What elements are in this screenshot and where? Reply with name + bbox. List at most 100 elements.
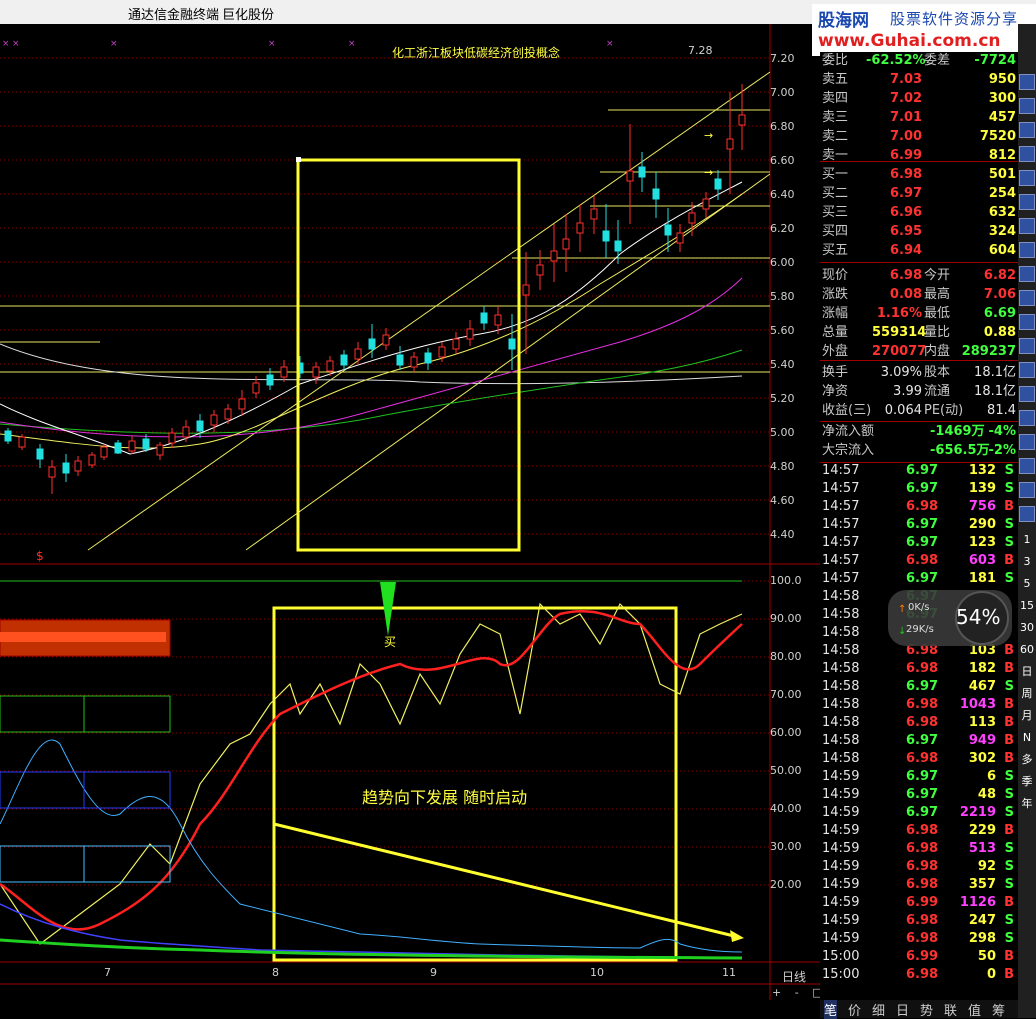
bottom-tab[interactable]: 价 (848, 1000, 861, 1019)
price-tick: 5.60 (770, 324, 795, 337)
tick-price: 6.99 (906, 949, 939, 964)
tick-price: 6.98 (906, 859, 939, 874)
tick-time: 14:57 (822, 463, 860, 478)
ask-row-label: 卖四 (822, 91, 849, 106)
bottom-tab[interactable]: 联 (944, 1000, 957, 1019)
tick-price: 6.98 (906, 751, 939, 766)
candle-body (508, 338, 516, 350)
toolbar-icon[interactable] (1019, 98, 1035, 114)
weibi-row: 委比 -62.52% 委差 -7724 (822, 53, 1016, 68)
bottom-tab[interactable]: 细 (872, 1000, 885, 1019)
toolbar-period-button[interactable]: 5 (1019, 576, 1035, 592)
toolbar-icon[interactable] (1019, 482, 1035, 498)
toolbar-icon[interactable] (1019, 410, 1035, 426)
tick-volume: 1126 (959, 895, 996, 910)
toolbar-icon[interactable] (1019, 506, 1035, 522)
svg-text:↑: ↑ (898, 604, 906, 615)
tick-row: 14:59 6.97 48 S (820, 786, 1018, 804)
candle-body (726, 138, 734, 150)
tick-time: 14:57 (822, 499, 860, 514)
candle-body (4, 430, 12, 442)
toolbar-icon[interactable] (1019, 146, 1035, 162)
tick-side: S (1004, 481, 1014, 496)
fund-row-value1: 0.064 (884, 403, 922, 418)
toolbar-icon[interactable] (1019, 194, 1035, 210)
toolbar-icon[interactable] (1019, 338, 1035, 354)
toolbar-icon[interactable] (1019, 362, 1035, 378)
tick-price: 6.97 (906, 769, 939, 784)
stat-row-value1: 0.08 (889, 287, 922, 302)
tick-price: 6.99 (906, 895, 939, 910)
price-tick: 6.20 (770, 222, 795, 235)
toolbar-icon[interactable] (1019, 458, 1035, 474)
tick-price: 6.98 (906, 841, 939, 856)
toolbar-period-button[interactable]: 1 (1019, 532, 1035, 548)
tick-row: 14:57 6.97 181 S (820, 570, 1018, 588)
ask-row-label: 卖三 (822, 110, 849, 125)
tick-time: 14:59 (822, 931, 860, 946)
svg-text:×: × (12, 39, 20, 49)
toolbar-icon[interactable] (1019, 386, 1035, 402)
toolbar-icon[interactable] (1019, 242, 1035, 258)
toolbar-period-button[interactable]: 月 (1019, 708, 1035, 724)
zoom-out-button[interactable]: - (795, 986, 799, 999)
side-toolbar[interactable]: 1 3 5 15 30 60 日周月 N 多季年 (1018, 24, 1036, 1018)
toolbar-period-button[interactable]: 3 (1019, 554, 1035, 570)
fund-row-label2: 流通 (924, 384, 951, 399)
toolbar-icon[interactable] (1019, 314, 1035, 330)
tick-price: 6.98 (906, 661, 939, 676)
toolbar-icon[interactable] (1019, 170, 1035, 186)
fund-row-value2: 18.1亿 (974, 384, 1016, 399)
toolbar-icon[interactable] (1019, 434, 1035, 450)
toolbar-icon[interactable] (1019, 74, 1035, 90)
zoom-in-button[interactable]: + (772, 986, 781, 999)
tick-time: 14:58 (822, 697, 860, 712)
bottom-tabs[interactable]: 笔价细日势联值筹 (820, 1000, 1018, 1019)
tick-side: B (1004, 499, 1014, 514)
toolbar-icon[interactable] (1019, 218, 1035, 234)
toolbar-period-button[interactable]: 年 (1019, 796, 1035, 812)
toolbar-period-button[interactable]: 日 (1019, 664, 1035, 680)
tick-time: 14:59 (822, 859, 860, 874)
tick-time: 14:57 (822, 535, 860, 550)
tick-volume: 467 (968, 679, 996, 694)
bottom-tab[interactable]: 笔 (824, 1000, 838, 1019)
tick-volume: 290 (968, 517, 996, 532)
bottom-tab[interactable]: 日 (896, 1000, 909, 1019)
kline-chart[interactable]: → → × × × × × × $ 买 (0, 24, 820, 1000)
svg-text:×: × (2, 39, 10, 49)
fund-row-label2: PE(动) (924, 403, 964, 418)
bottom-tab[interactable]: 值 (968, 1000, 981, 1019)
toolbar-period-button[interactable]: 60 (1019, 642, 1035, 658)
bottom-tab[interactable]: 筹 (992, 1000, 1005, 1019)
tick-side: S (1004, 787, 1014, 802)
tick-row: 14:58 6.98 182 B (820, 660, 1018, 678)
bid-row-label: 买一 (822, 167, 849, 182)
bottom-tab[interactable]: 势 (920, 1000, 933, 1019)
date-tick: 7 (104, 966, 111, 979)
toolbar-icon[interactable] (1019, 290, 1035, 306)
toolbar-period-button[interactable]: 季 (1019, 774, 1035, 790)
app-name: 通达信金融终端 (128, 8, 220, 23)
toolbar-period-button[interactable]: N (1019, 730, 1035, 746)
watermark: 股海网 股票软件资源分享 www.Guhai.com.cn (812, 4, 1036, 56)
stat-row-value2: 7.06 (983, 287, 1016, 302)
period-label[interactable]: 日线 (782, 968, 806, 985)
toolbar-icon[interactable] (1019, 122, 1035, 138)
tick-price: 6.98 (906, 967, 939, 982)
toolbar-period-button[interactable]: 周 (1019, 686, 1035, 702)
tick-row: 14:59 6.99 1126 B (820, 894, 1018, 912)
stat-row-value1: 559314 (872, 325, 927, 340)
fund-row-label2: 股本 (924, 365, 951, 380)
candle-body (88, 454, 96, 466)
date-tick: 11 (722, 966, 736, 979)
osc-tick: 70.00 (770, 688, 802, 701)
toolbar-period-button[interactable]: 15 (1019, 598, 1035, 614)
tick-price: 6.98 (906, 823, 939, 838)
toolbar-period-button[interactable]: 多 (1019, 752, 1035, 768)
toolbar-icon[interactable] (1019, 266, 1035, 282)
zoom-controls[interactable]: + - □ (772, 986, 823, 999)
tick-time: 14:58 (822, 643, 860, 658)
candle-body (210, 414, 218, 426)
toolbar-period-button[interactable]: 30 (1019, 620, 1035, 636)
